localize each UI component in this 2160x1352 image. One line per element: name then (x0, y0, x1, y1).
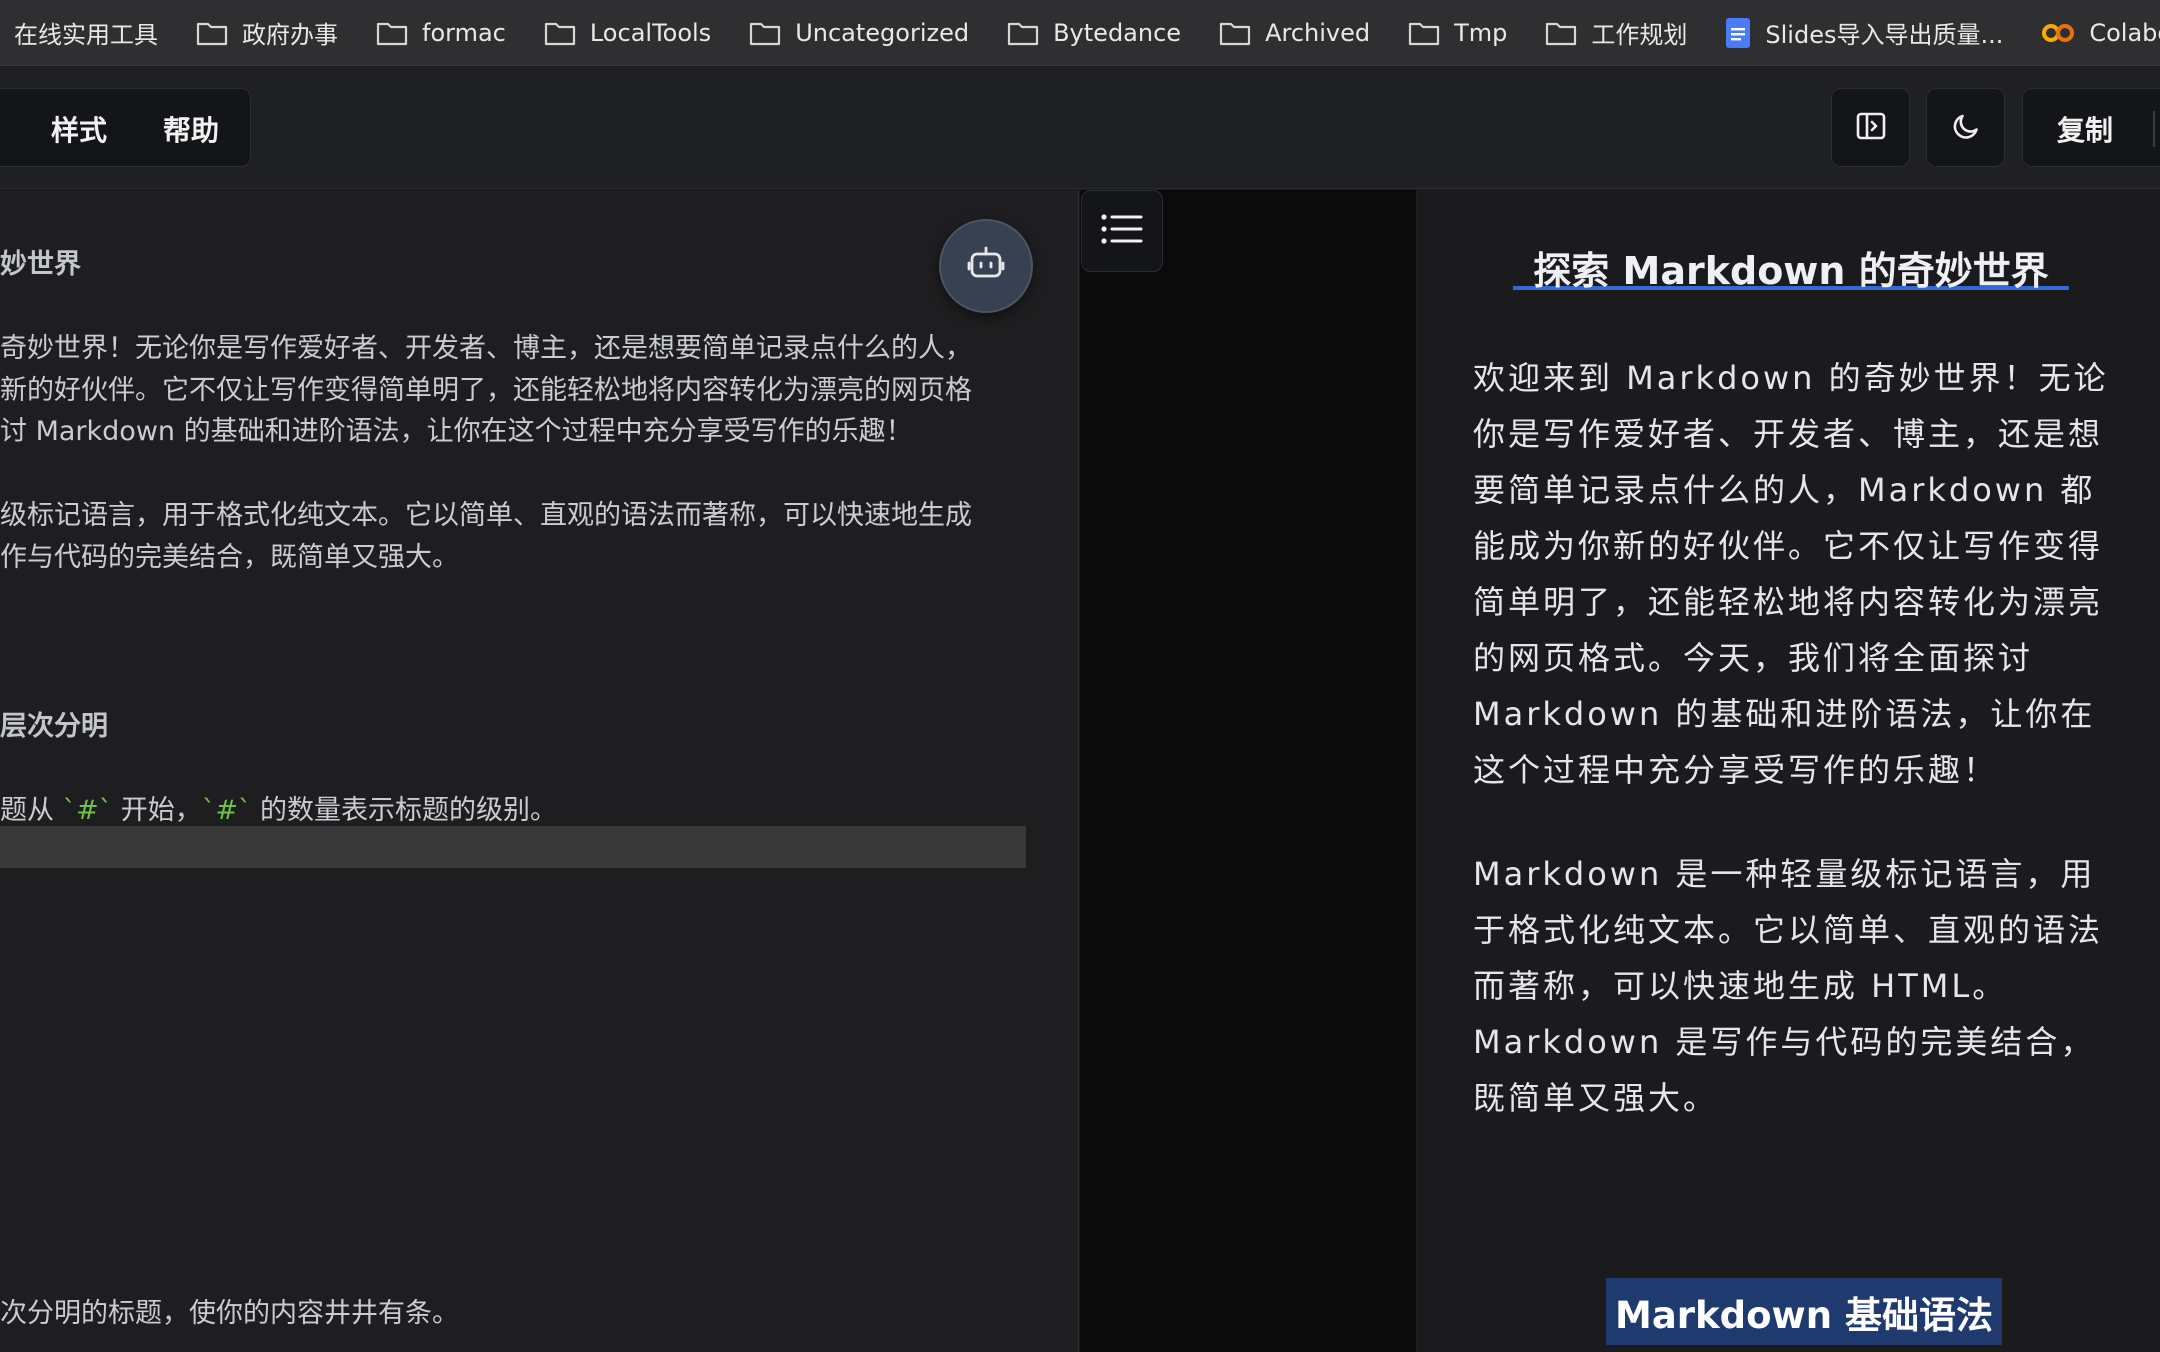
ai-assistant-button[interactable] (939, 219, 1033, 313)
editor-text: 开始， (112, 795, 202, 826)
preview-h2: Markdown 基础语法 (1606, 1278, 2002, 1345)
bookmark-label: Uncategorized (795, 18, 970, 47)
editor-line: 题从 `#` 开始，`#` 的数量表示标题的级别。 (0, 788, 557, 827)
colab-icon (2041, 22, 2075, 44)
bookmark-folder-work-plan[interactable]: 工作规划 (1531, 0, 1688, 65)
bookmark-label: Tmp (1454, 18, 1508, 47)
editor-text: 的数量表示标题的级别。 (251, 795, 558, 826)
editor-line: 讨 Markdown 的基础和进阶语法，让你在这个过程中充分享受写作的乐趣！ (0, 416, 913, 447)
bookmark-folder-tmp[interactable]: Tmp (1394, 0, 1508, 65)
bookmark-slides-quality[interactable]: Slides导入导出质量... (1711, 0, 2004, 65)
bookmark-label: 政府办事 (242, 21, 338, 49)
bookmark-label: formac (422, 18, 506, 47)
sidebar-toggle-icon (1856, 111, 1886, 145)
editor-line: 妙世界 (0, 249, 81, 280)
editor-line: 作与代码的完美结合，既简单又强大。 (0, 542, 459, 573)
bookmark-online-tools[interactable]: 在线实用工具 (0, 0, 158, 65)
bookmark-label: Slides导入导出质量... (1765, 21, 2004, 49)
preview-paragraph: Markdown 是一种轻量级标记语言，用于格式化纯文本。它以简单、直观的语法而… (1473, 855, 2104, 1117)
folder-icon (544, 20, 576, 46)
bookmark-folder-uncategorized[interactable]: Uncategorized (735, 0, 970, 65)
folder-icon (1408, 20, 1440, 46)
editor-text: 题从 (0, 795, 63, 826)
google-slides-icon (1725, 17, 1751, 49)
editor-line: 奇妙世界！无论你是写作爱好者、开发者、博主，还是想要简单记录点什么的人， (0, 333, 972, 364)
bookmark-label: LocalTools (589, 18, 712, 47)
robot-icon (967, 246, 1005, 287)
sidebar-toggle-button[interactable] (1831, 88, 1910, 167)
bookmark-label: Bytedance (1053, 18, 1182, 47)
markdown-preview: 探索 Markdown 的奇妙世界 欢迎来到 Markdown 的奇妙世界！无论… (1418, 190, 2160, 1352)
inline-code: `#` (201, 795, 252, 826)
bookmark-label: Archived (1265, 18, 1371, 47)
editor-line: 新的好伙伴。它不仅让写作变得简单明了，还能轻松地将内容转化为漂亮的网页格 (0, 375, 972, 406)
bookmark-folder-government[interactable]: 政府办事 (182, 0, 338, 65)
folder-icon (1007, 20, 1039, 46)
copy-divider (2153, 111, 2155, 147)
list-icon (1100, 211, 1144, 251)
current-line-highlight (0, 826, 1026, 868)
bookmarks-bar: 在线实用工具 政府办事 formac LocalTools Uncategori… (0, 0, 2160, 66)
folder-icon (749, 20, 781, 46)
editor-line: 次分明的标题，使你的内容井井有条。 (0, 1298, 459, 1329)
markdown-editor[interactable]: 妙世界 奇妙世界！无论你是写作爱好者、开发者、博主，还是想要简单记录点什么的人，… (0, 190, 1079, 1352)
bookmark-folder-archived[interactable]: Archived (1205, 0, 1371, 65)
folder-icon (1219, 20, 1251, 46)
bookmark-label: Colaborat (2089, 18, 2160, 47)
editor-toolbar: 样式 帮助 复制 (0, 67, 2160, 189)
bookmark-folder-bytedance[interactable]: Bytedance (993, 0, 1182, 65)
bookmark-colab[interactable]: Colaborat (2027, 0, 2160, 65)
theme-toggle-button[interactable] (1926, 88, 2005, 167)
editor-line: 级标记语言，用于格式化纯文本。它以简单、直观的语法而著称，可以快速地生成 (0, 500, 972, 531)
toc-panel (1080, 190, 1417, 1352)
folder-icon (196, 20, 228, 46)
menu-help[interactable]: 帮助 (163, 89, 219, 168)
preview-h1: 探索 Markdown 的奇妙世界 (1513, 240, 2069, 293)
bookmark-label: 在线实用工具 (14, 21, 158, 49)
bookmark-folder-localtools[interactable]: LocalTools (530, 0, 712, 65)
inline-code: `#` (62, 795, 113, 826)
bookmark-folder-formac[interactable]: formac (362, 0, 506, 65)
menu-group: 样式 帮助 (0, 88, 251, 167)
copy-label: 复制 (2057, 113, 2114, 147)
folder-icon (376, 20, 408, 46)
preview-paragraph: 欢迎来到 Markdown 的奇妙世界！无论你是写作爱好者、开发者、博主，还是想… (1473, 359, 2109, 789)
moon-icon (1951, 111, 1981, 145)
editor-line: 层次分明 (0, 711, 108, 742)
bookmark-label: 工作规划 (1591, 21, 1688, 49)
folder-icon (1545, 20, 1577, 46)
menu-style[interactable]: 样式 (51, 89, 107, 168)
toc-toggle-button[interactable] (1081, 190, 1163, 272)
copy-button[interactable]: 复制 (2022, 88, 2160, 167)
